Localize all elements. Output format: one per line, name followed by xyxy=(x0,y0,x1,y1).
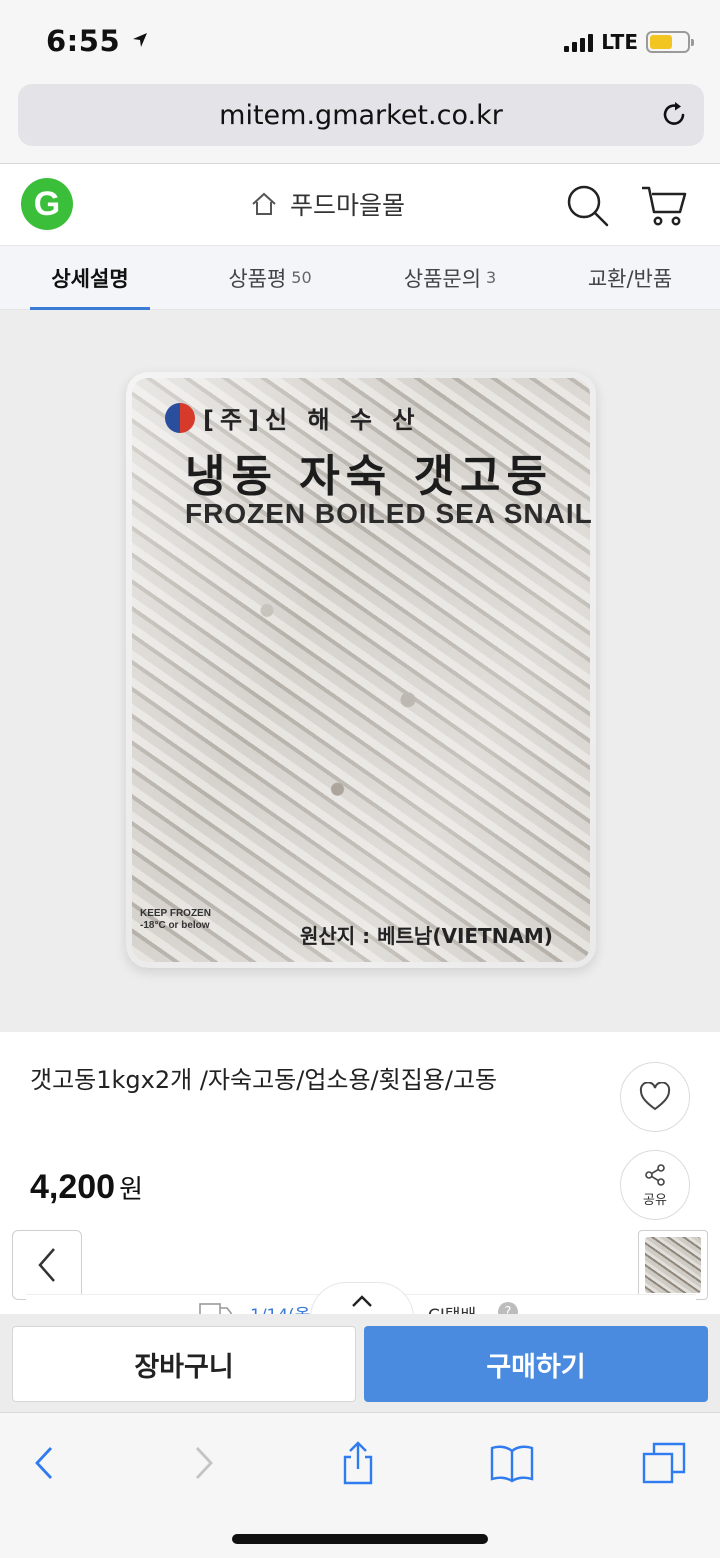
network-type: LTE xyxy=(601,30,638,54)
share-label: 공유 xyxy=(643,1192,667,1208)
product-thumbnail[interactable] xyxy=(638,1230,708,1300)
back-icon xyxy=(35,1447,53,1479)
product-image[interactable]: [주]신 해 수 산 냉동 자숙 갯고둥 FROZEN BOILED SEA S… xyxy=(0,310,720,1032)
bag-brand: [주]신 해 수 산 xyxy=(165,400,420,435)
tab-label: 상세설명 xyxy=(51,266,129,291)
store-name: 푸드마을몰 xyxy=(290,191,406,220)
browser-back-button[interactable] xyxy=(20,1441,68,1485)
logo-letter: G xyxy=(33,184,61,223)
heart-icon xyxy=(639,1082,671,1111)
question-count: 3 xyxy=(486,268,497,287)
tab-questions[interactable]: 상품문의 3 xyxy=(360,246,540,309)
time-text: 6:55 xyxy=(46,24,121,58)
site-header: G 푸드마을몰 xyxy=(0,164,720,246)
share-icon xyxy=(645,1163,665,1186)
price: 4,200 원 xyxy=(30,1168,143,1207)
home-indicator xyxy=(232,1534,488,1544)
browser-tabs-button[interactable] xyxy=(640,1441,688,1485)
bag-storage-note: KEEP FROZEN -18°C or below xyxy=(140,908,211,932)
tab-label: 상품문의 xyxy=(403,266,482,291)
share-button[interactable]: 공유 xyxy=(620,1150,690,1220)
brand-mark-icon xyxy=(165,402,195,433)
forward-icon xyxy=(195,1447,213,1479)
expand-panel-button[interactable] xyxy=(310,1282,414,1318)
browser-chrome: mitem.gmarket.co.kr xyxy=(0,80,720,164)
detail-tabs: 상세설명 상품평 50 상품문의 3 교환/반품 xyxy=(0,246,720,310)
bag-origin: 원산지 : 베트남(VIETNAM) xyxy=(300,924,553,948)
cart-icon[interactable] xyxy=(640,182,688,228)
bag-title-english: FROZEN BOILED SEA SNAIL xyxy=(185,498,593,529)
browser-share-button[interactable] xyxy=(334,1441,382,1485)
url-text: mitem.gmarket.co.kr xyxy=(219,99,503,131)
location-arrow-icon xyxy=(132,33,147,47)
home-link[interactable]: 푸드마을몰 xyxy=(250,186,405,222)
search-icon[interactable] xyxy=(564,182,610,228)
tab-returns[interactable]: 교환/반품 xyxy=(540,246,720,309)
chevron-up-icon xyxy=(352,1294,372,1307)
keep-line1: KEEP FROZEN xyxy=(140,908,211,919)
price-value: 4,200 xyxy=(30,1168,116,1206)
tabs-icon xyxy=(642,1442,686,1484)
home-icon xyxy=(252,192,276,215)
share-sheet-icon xyxy=(343,1441,373,1485)
bag-title-korean: 냉동 자숙 갯고둥 xyxy=(185,451,553,502)
wishlist-button[interactable] xyxy=(620,1062,690,1132)
keep-line2: -18°C or below xyxy=(140,920,210,931)
tab-description[interactable]: 상세설명 xyxy=(0,246,180,310)
bookmarks-icon xyxy=(490,1445,534,1483)
buy-now-button[interactable]: 구매하기 xyxy=(364,1326,708,1402)
address-bar[interactable]: mitem.gmarket.co.kr xyxy=(18,84,704,146)
add-to-cart-button[interactable]: 장바구니 xyxy=(12,1326,356,1402)
browser-bookmarks-button[interactable] xyxy=(488,1441,536,1485)
browser-forward-button[interactable] xyxy=(180,1441,228,1485)
status-bar: 6:55 LTE xyxy=(0,0,720,80)
reload-icon[interactable] xyxy=(658,98,690,130)
gmarket-logo[interactable]: G xyxy=(21,178,73,230)
signal-icon xyxy=(564,32,594,52)
chevron-left-icon xyxy=(38,1248,55,1282)
status-indicators: LTE xyxy=(564,30,694,54)
tab-label: 상품평 xyxy=(228,266,287,291)
back-button[interactable] xyxy=(12,1230,82,1300)
tab-reviews[interactable]: 상품평 50 xyxy=(180,246,360,309)
product-title: 갯고동1kgx2개 /자숙고동/업소용/횟집용/고동 xyxy=(30,1066,498,1094)
review-count: 50 xyxy=(291,268,312,287)
status-time: 6:55 xyxy=(46,24,149,58)
tab-label: 교환/반품 xyxy=(587,266,673,291)
purchase-bar: 장바구니 구매하기 xyxy=(0,1314,720,1412)
price-currency: 원 xyxy=(119,1175,144,1205)
thumbnail-image xyxy=(645,1237,701,1293)
battery-icon xyxy=(646,31,694,53)
brand-text: [주]신 해 수 산 xyxy=(203,406,421,434)
